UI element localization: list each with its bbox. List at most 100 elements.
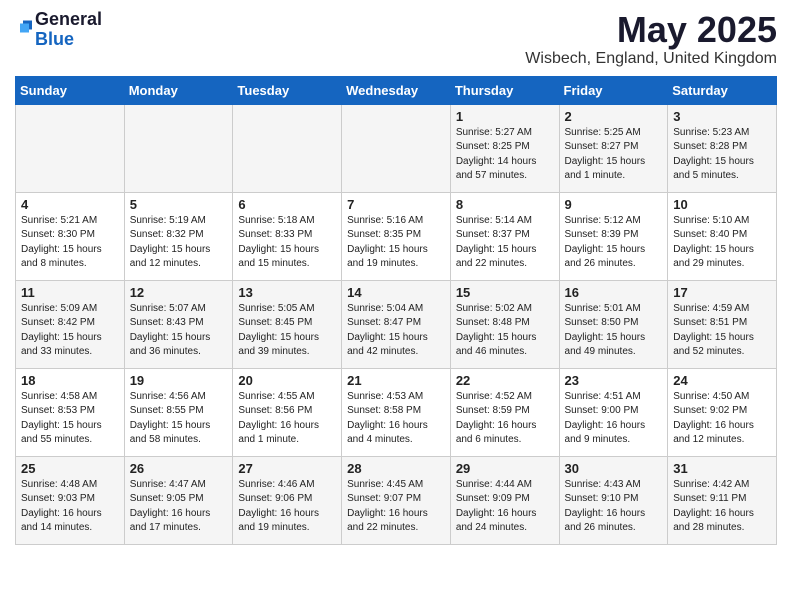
day-number: 25 — [21, 461, 119, 476]
col-header-saturday: Saturday — [668, 76, 777, 104]
day-number: 21 — [347, 373, 445, 388]
day-info: Sunrise: 5:07 AM Sunset: 8:43 PM Dayligh… — [130, 302, 228, 360]
logo-general: General — [35, 10, 102, 30]
week-row-1: 1 Sunrise: 5:27 AM Sunset: 8:25 PM Daylig… — [16, 104, 777, 192]
calendar-cell — [124, 104, 233, 192]
day-info: Sunrise: 4:44 AM Sunset: 9:09 PM Dayligh… — [456, 478, 554, 536]
day-number: 26 — [130, 461, 228, 476]
calendar-cell: 23Sunrise: 4:51 AM Sunset: 9:00 PM Dayli… — [559, 368, 668, 456]
calendar-cell — [16, 104, 125, 192]
col-header-thursday: Thursday — [450, 76, 559, 104]
calendar-cell: 16 Sunrise: 5:01 AM Sunset: 8:50 PM Dayli… — [559, 280, 668, 368]
day-number: 4 — [21, 197, 119, 212]
calendar-container: General Blue May 2025 Wisbech, England, … — [0, 0, 792, 560]
day-number: 8 — [456, 197, 554, 212]
week-row-4: 18 Sunrise: 4:58 AM Sunset: 8:53 PM Dayli… — [16, 368, 777, 456]
day-number: 14 — [347, 285, 445, 300]
day-number: 2 — [565, 109, 663, 124]
calendar-cell: 9 Sunrise: 5:12 AM Sunset: 8:39 PM Daylig… — [559, 192, 668, 280]
day-info: Sunrise: 5:18 AM Sunset: 8:33 PM Dayligh… — [238, 214, 336, 272]
day-info: Sunrise: 5:14 AM Sunset: 8:37 PM Dayligh… — [456, 214, 554, 272]
calendar-cell: 11Sunrise: 5:09 AM Sunset: 8:42 PM Dayli… — [16, 280, 125, 368]
calendar-cell: 28 Sunrise: 4:45 AM Sunset: 9:07 PM Dayli… — [342, 456, 451, 544]
day-info: Sunrise: 5:10 AM Sunset: 8:40 PM Dayligh… — [673, 214, 771, 272]
day-number: 1 — [456, 109, 554, 124]
calendar-cell — [233, 104, 342, 192]
calendar-cell: 8 Sunrise: 5:14 AM Sunset: 8:37 PM Daylig… — [450, 192, 559, 280]
col-header-friday: Friday — [559, 76, 668, 104]
calendar-cell: 29Sunrise: 4:44 AM Sunset: 9:09 PM Dayli… — [450, 456, 559, 544]
col-header-wednesday: Wednesday — [342, 76, 451, 104]
col-header-tuesday: Tuesday — [233, 76, 342, 104]
day-info: Sunrise: 5:05 AM Sunset: 8:45 PM Dayligh… — [238, 302, 336, 360]
day-number: 3 — [673, 109, 771, 124]
location: Wisbech, England, United Kingdom — [525, 50, 777, 68]
day-number: 23 — [565, 373, 663, 388]
day-info: Sunrise: 4:46 AM Sunset: 9:06 PM Dayligh… — [238, 478, 336, 536]
day-info: Sunrise: 5:21 AM Sunset: 8:30 PM Dayligh… — [21, 214, 119, 272]
calendar-cell: 5 Sunrise: 5:19 AM Sunset: 8:32 PM Daylig… — [124, 192, 233, 280]
calendar-cell: 13 Sunrise: 5:05 AM Sunset: 8:45 PM Dayli… — [233, 280, 342, 368]
day-info: Sunrise: 5:16 AM Sunset: 8:35 PM Dayligh… — [347, 214, 445, 272]
title-area: May 2025 Wisbech, England, United Kingdo… — [525, 10, 777, 68]
col-header-monday: Monday — [124, 76, 233, 104]
day-info: Sunrise: 4:53 AM Sunset: 8:58 PM Dayligh… — [347, 390, 445, 448]
day-info: Sunrise: 4:50 AM Sunset: 9:02 PM Dayligh… — [673, 390, 771, 448]
day-info: Sunrise: 5:12 AM Sunset: 8:39 PM Dayligh… — [565, 214, 663, 272]
day-info: Sunrise: 4:55 AM Sunset: 8:56 PM Dayligh… — [238, 390, 336, 448]
day-info: Sunrise: 5:19 AM Sunset: 8:32 PM Dayligh… — [130, 214, 228, 272]
day-number: 18 — [21, 373, 119, 388]
day-info: Sunrise: 5:25 AM Sunset: 8:27 PM Dayligh… — [565, 126, 663, 184]
day-info: Sunrise: 5:23 AM Sunset: 8:28 PM Dayligh… — [673, 126, 771, 184]
calendar-cell: 17 Sunrise: 4:59 AM Sunset: 8:51 PM Dayli… — [668, 280, 777, 368]
month-title: May 2025 — [525, 10, 777, 50]
calendar-cell: 21 Sunrise: 4:53 AM Sunset: 8:58 PM Dayli… — [342, 368, 451, 456]
day-number: 16 — [565, 285, 663, 300]
day-number: 30 — [565, 461, 663, 476]
calendar-cell: 27Sunrise: 4:46 AM Sunset: 9:06 PM Dayli… — [233, 456, 342, 544]
calendar-cell: 12 Sunrise: 5:07 AM Sunset: 8:43 PM Dayli… — [124, 280, 233, 368]
calendar-cell: 4 Sunrise: 5:21 AM Sunset: 8:30 PM Daylig… — [16, 192, 125, 280]
day-number: 9 — [565, 197, 663, 212]
day-info: Sunrise: 4:42 AM Sunset: 9:11 PM Dayligh… — [673, 478, 771, 536]
logo-blue: Blue — [35, 30, 102, 50]
day-info: Sunrise: 4:47 AM Sunset: 9:05 PM Dayligh… — [130, 478, 228, 536]
day-info: Sunrise: 4:56 AM Sunset: 8:55 PM Dayligh… — [130, 390, 228, 448]
day-info: Sunrise: 5:27 AM Sunset: 8:25 PM Dayligh… — [456, 126, 554, 184]
day-number: 7 — [347, 197, 445, 212]
day-number: 11 — [21, 285, 119, 300]
day-number: 5 — [130, 197, 228, 212]
calendar-cell: 18 Sunrise: 4:58 AM Sunset: 8:53 PM Dayli… — [16, 368, 125, 456]
day-number: 22 — [456, 373, 554, 388]
day-number: 19 — [130, 373, 228, 388]
calendar-cell: 1 Sunrise: 5:27 AM Sunset: 8:25 PM Daylig… — [450, 104, 559, 192]
day-info: Sunrise: 5:04 AM Sunset: 8:47 PM Dayligh… — [347, 302, 445, 360]
calendar-cell: 6 Sunrise: 5:18 AM Sunset: 8:33 PM Daylig… — [233, 192, 342, 280]
day-info: Sunrise: 4:59 AM Sunset: 8:51 PM Dayligh… — [673, 302, 771, 360]
logo-text: General Blue — [35, 10, 102, 50]
day-number: 24 — [673, 373, 771, 388]
day-number: 13 — [238, 285, 336, 300]
day-number: 28 — [347, 461, 445, 476]
calendar-cell: 26 Sunrise: 4:47 AM Sunset: 9:05 PM Dayli… — [124, 456, 233, 544]
calendar-cell: 15 Sunrise: 5:02 AM Sunset: 8:48 PM Dayli… — [450, 280, 559, 368]
calendar-cell: 2 Sunrise: 5:25 AM Sunset: 8:27 PM Daylig… — [559, 104, 668, 192]
day-number: 6 — [238, 197, 336, 212]
day-number: 17 — [673, 285, 771, 300]
day-info: Sunrise: 4:58 AM Sunset: 8:53 PM Dayligh… — [21, 390, 119, 448]
day-number: 20 — [238, 373, 336, 388]
day-number: 12 — [130, 285, 228, 300]
week-row-5: 25Sunrise: 4:48 AM Sunset: 9:03 PM Dayli… — [16, 456, 777, 544]
col-header-sunday: Sunday — [16, 76, 125, 104]
day-info: Sunrise: 5:02 AM Sunset: 8:48 PM Dayligh… — [456, 302, 554, 360]
calendar-cell: 24 Sunrise: 4:50 AM Sunset: 9:02 PM Dayli… — [668, 368, 777, 456]
logo: General Blue — [15, 10, 102, 50]
calendar-table: SundayMondayTuesdayWednesdayThursdayFrid… — [15, 76, 777, 545]
day-info: Sunrise: 5:01 AM Sunset: 8:50 PM Dayligh… — [565, 302, 663, 360]
calendar-cell: 22Sunrise: 4:52 AM Sunset: 8:59 PM Dayli… — [450, 368, 559, 456]
day-number: 15 — [456, 285, 554, 300]
day-info: Sunrise: 4:45 AM Sunset: 9:07 PM Dayligh… — [347, 478, 445, 536]
calendar-cell: 25Sunrise: 4:48 AM Sunset: 9:03 PM Dayli… — [16, 456, 125, 544]
calendar-cell: 19 Sunrise: 4:56 AM Sunset: 8:55 PM Dayli… — [124, 368, 233, 456]
logo-icon — [17, 19, 35, 37]
